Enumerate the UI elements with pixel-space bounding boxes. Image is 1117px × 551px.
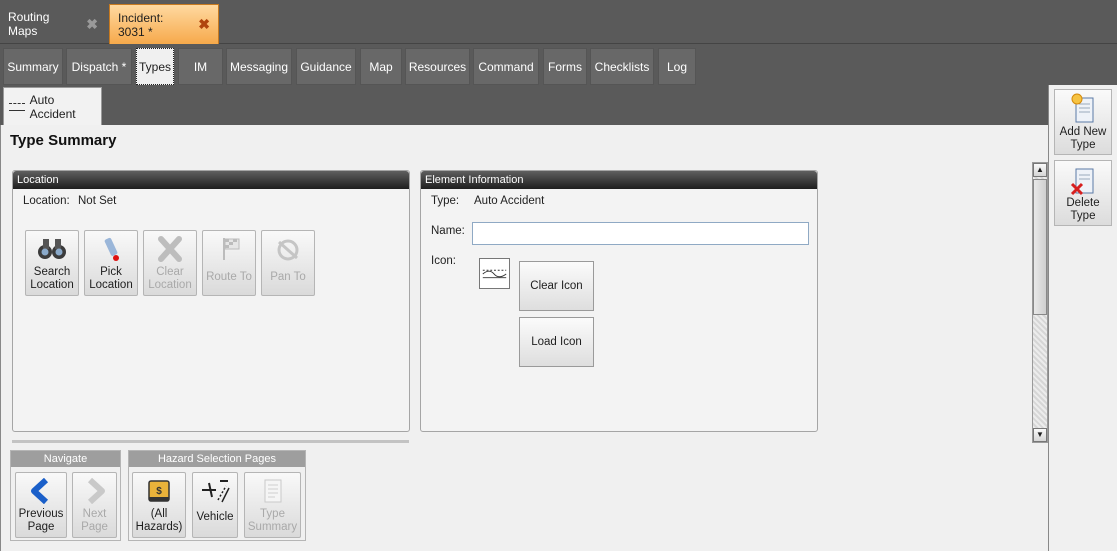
search-location-label: Search Location [30, 266, 74, 291]
auto-accident-icon [482, 269, 507, 279]
location-panel-header: Location [13, 171, 409, 189]
tab-dispatch[interactable]: Dispatch * [66, 48, 132, 85]
tab-messaging[interactable]: Messaging [226, 48, 292, 85]
tab-resources[interactable]: Resources [405, 48, 470, 85]
type-tab-strip: Auto Accident [0, 85, 1048, 125]
tab-command[interactable]: Command [473, 48, 539, 85]
book-icon: $ [148, 480, 170, 502]
pick-location-button[interactable]: Pick Location [84, 230, 138, 296]
clear-location-button[interactable]: Clear Location [143, 230, 197, 296]
vehicle-icon [202, 480, 230, 503]
type-tab-label: Auto Accident [29, 92, 76, 121]
tab-im[interactable]: IM [178, 48, 223, 85]
doc-tab-incident[interactable]: Incident: 3031 * ✖ [109, 4, 219, 44]
clear-icon-button[interactable]: Clear Icon [519, 261, 594, 311]
search-location-button[interactable]: Search Location [25, 230, 79, 296]
delete-type-label: Delete Type [1066, 197, 1100, 222]
hazard-selection-header: Hazard Selection Pages [129, 451, 305, 467]
document-icon [264, 479, 281, 503]
svg-text:$: $ [156, 486, 162, 497]
name-label: Name: [431, 225, 465, 237]
tab-types[interactable]: Types [136, 48, 174, 85]
add-new-type-label: Add New Type [1059, 126, 1107, 151]
delete-document-icon [1070, 168, 1094, 196]
load-icon-button[interactable]: Load Icon [519, 317, 594, 367]
arrow-left-icon [31, 478, 49, 504]
all-hazards-label: (All Hazards) [135, 508, 183, 533]
tab-summary[interactable]: Summary [3, 48, 63, 85]
icon-label: Icon: [431, 255, 456, 267]
vertical-scrollbar[interactable]: ▲ ▼ [1032, 162, 1048, 443]
delete-type-button[interactable]: Delete Type [1054, 160, 1112, 226]
pan-to-label: Pan To [270, 271, 306, 283]
route-to-button[interactable]: Route To [202, 230, 256, 296]
tab-guidance[interactable]: Guidance [296, 48, 356, 85]
pan-hand-icon [277, 239, 299, 261]
previous-page-label: Previous Page [18, 508, 64, 533]
add-document-icon [1071, 93, 1094, 123]
next-page-button[interactable]: Next Page [72, 472, 117, 538]
right-action-rail: Add New Type Delete Type [1048, 85, 1117, 551]
page-title: Type Summary [10, 132, 117, 149]
element-information-panel: Element Information Type: Auto Accident … [420, 170, 818, 432]
all-hazards-button[interactable]: $ (All Hazards) [132, 472, 186, 538]
vehicle-button[interactable]: Vehicle [192, 472, 238, 538]
type-summary-label: Type Summary [247, 508, 298, 533]
checkered-flag-icon [223, 238, 240, 260]
tab-forms[interactable]: Forms [543, 48, 587, 85]
location-value: Not Set [78, 195, 117, 207]
location-panel: Location Location: Not Set Search Locati… [12, 170, 410, 432]
close-icon[interactable]: ✖ [198, 16, 210, 33]
type-summary-button[interactable]: Type Summary [244, 472, 301, 538]
navigate-group: Navigate Previous Page Next Page [10, 450, 121, 541]
clear-location-label: Clear Location [148, 266, 192, 291]
scroll-down-icon[interactable]: ▼ [1033, 428, 1047, 442]
type-value: Auto Accident [474, 195, 545, 207]
tab-checklists[interactable]: Checklists [590, 48, 654, 85]
close-icon[interactable]: ✖ [86, 16, 98, 33]
add-new-type-button[interactable]: Add New Type [1054, 89, 1112, 155]
arrow-right-icon [87, 478, 105, 504]
scroll-up-icon[interactable]: ▲ [1033, 163, 1047, 177]
clear-x-icon [158, 236, 182, 262]
tab-map[interactable]: Map [360, 48, 402, 85]
previous-page-button[interactable]: Previous Page [15, 472, 67, 538]
type-tab-auto-accident[interactable]: Auto Accident [3, 87, 102, 125]
tab-log[interactable]: Log [658, 48, 696, 85]
doc-tab-label: Incident: 3031 * [118, 10, 164, 39]
section-tab-bar: Summary Dispatch * Types IM Messaging Gu… [0, 44, 1117, 85]
navigate-header: Navigate [11, 451, 120, 467]
route-to-label: Route To [206, 271, 252, 283]
location-label: Location: [23, 195, 70, 207]
pointer-pen-icon [104, 237, 119, 261]
hazard-selection-group: Hazard Selection Pages $ (All Hazards) V… [128, 450, 306, 541]
document-tab-bar: Routing Maps ✖ Incident: 3031 * ✖ [0, 0, 1117, 44]
binoculars-icon [38, 239, 66, 259]
doc-tab-routing-maps[interactable]: Routing Maps ✖ [0, 4, 106, 44]
vehicle-label: Vehicle [196, 511, 234, 523]
pick-location-label: Pick Location [89, 266, 133, 291]
type-label: Type: [431, 195, 460, 207]
scroll-thumb[interactable] [1033, 179, 1047, 315]
name-input[interactable] [472, 222, 809, 245]
icon-preview [479, 258, 510, 289]
auto-accident-icon [9, 102, 25, 111]
divider [12, 440, 409, 443]
doc-tab-label: Routing Maps [8, 10, 50, 38]
element-panel-header: Element Information [421, 171, 817, 189]
next-page-label: Next Page [81, 508, 108, 533]
pan-to-button[interactable]: Pan To [261, 230, 315, 296]
